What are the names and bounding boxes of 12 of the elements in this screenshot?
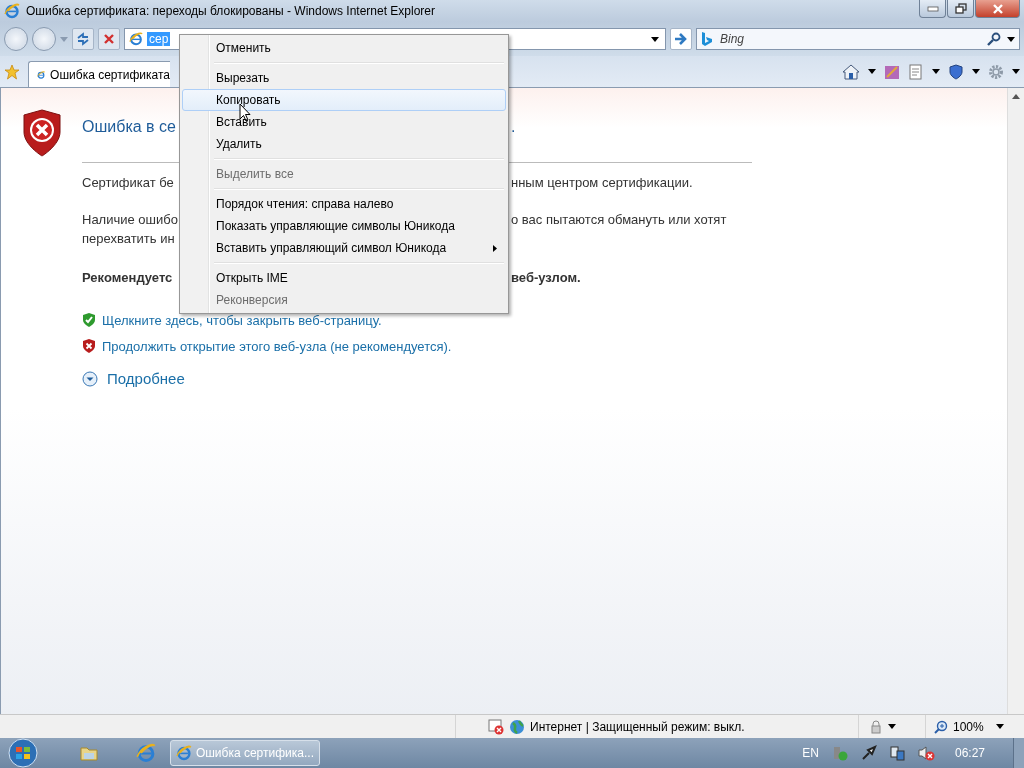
page-heading: Ошибка в се <box>82 117 176 137</box>
address-text: сер <box>147 32 171 46</box>
body-text: Наличие ошибо <box>82 211 178 229</box>
body-text: о вас пытаются обмануть или хотят <box>511 211 727 229</box>
body-text: Рекомендуетс <box>82 269 173 287</box>
status-text: Интернет | Защищенный режим: выкл. <box>530 719 746 734</box>
body-text: перехватить ин <box>82 230 175 248</box>
window-title: Ошибка сертификата: переходы блокированы - Windows Internet Explorer <box>26 4 437 18</box>
page-heading: . <box>511 117 516 137</box>
body-text: веб-узлом. <box>511 269 581 287</box>
body-text: нным центром сертификации. <box>511 174 693 192</box>
body-text: Сертификат бе <box>82 174 174 192</box>
